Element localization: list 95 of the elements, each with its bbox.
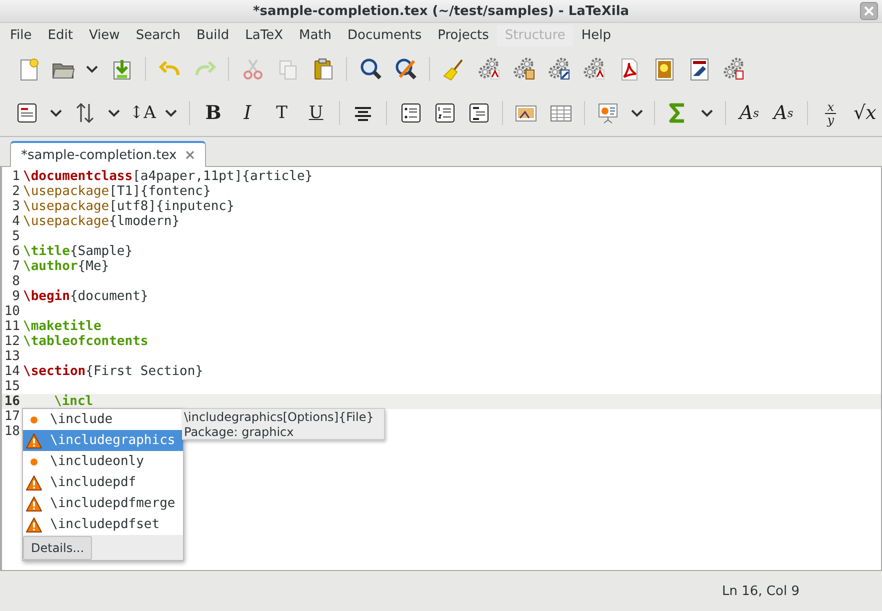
format-button[interactable]: I bbox=[230, 96, 265, 130]
format-button[interactable]: √x bbox=[848, 96, 882, 130]
code-token: \usepackage bbox=[23, 199, 110, 214]
caret-icon bbox=[50, 109, 62, 117]
bullet-list-icon bbox=[398, 101, 423, 125]
code-token: \documentclass bbox=[23, 169, 133, 184]
code-token: [utf8]{inputenc} bbox=[109, 199, 234, 214]
code-token: \usepackage bbox=[23, 184, 110, 199]
presentation-icon bbox=[596, 101, 620, 125]
line-number: 4 bbox=[11, 214, 21, 229]
code-token: \usepackage bbox=[23, 214, 110, 229]
code-token: {First Section} bbox=[86, 364, 204, 379]
format-button[interactable]: A$^{s}$ bbox=[732, 96, 766, 130]
menu-item[interactable]: File bbox=[2, 24, 40, 46]
completion-item[interactable]: \includepdfmerge bbox=[23, 493, 183, 514]
code-token: \author bbox=[23, 259, 78, 274]
line-number: 8 bbox=[11, 274, 21, 289]
close-icon[interactable] bbox=[184, 150, 195, 160]
format-button[interactable]: U bbox=[298, 96, 334, 130]
menu-item[interactable]: View bbox=[80, 24, 128, 46]
window-title: *sample-completion.tex (~/test/samples) - LaTeXila bbox=[252, 4, 630, 18]
details-button[interactable]: Details... bbox=[23, 536, 92, 560]
gear-document-icon bbox=[476, 56, 500, 80]
info-text: \includegraphics[Options]{File} bbox=[184, 410, 375, 425]
info-text: Package: graphicx bbox=[184, 425, 295, 440]
code-token: {lmodern} bbox=[109, 214, 180, 229]
code-token: \maketitle bbox=[23, 319, 102, 334]
code-token: \section bbox=[23, 364, 86, 379]
tab-label: *sample-completion.tex bbox=[21, 148, 177, 162]
line-number: 12 bbox=[3, 334, 21, 349]
warning-icon bbox=[26, 496, 42, 512]
menu-item[interactable]: Edit bbox=[40, 24, 81, 46]
caret-icon bbox=[86, 64, 98, 72]
menu-item[interactable]: Projects bbox=[430, 24, 497, 46]
fraction-button[interactable]: x y bbox=[814, 96, 848, 130]
menu-item[interactable]: Help bbox=[573, 24, 620, 46]
line-number: 16 bbox=[3, 394, 21, 409]
menu-item[interactable]: Math bbox=[290, 24, 340, 46]
caret-icon bbox=[630, 109, 643, 117]
line-number: 7 bbox=[11, 259, 21, 274]
line-number: 9 bbox=[11, 289, 21, 304]
line-number: 10 bbox=[3, 304, 21, 319]
close-button[interactable] bbox=[860, 2, 878, 20]
cursor-position: Ln 16, Col 9 bbox=[722, 584, 800, 598]
code-token: \incl bbox=[54, 394, 94, 409]
format-button[interactable]: B bbox=[196, 96, 230, 130]
line-number: 5 bbox=[11, 229, 21, 244]
broom-icon bbox=[442, 56, 466, 80]
line-number: 1 bbox=[11, 169, 21, 184]
line-number: 6 bbox=[11, 244, 21, 259]
gear-document-icon bbox=[582, 56, 606, 80]
completion-item[interactable]: \includepdf bbox=[23, 472, 183, 493]
warning-icon bbox=[26, 474, 42, 490]
caret-icon bbox=[165, 109, 178, 117]
warning-icon bbox=[26, 516, 42, 532]
search-icon bbox=[358, 56, 382, 80]
document-tab[interactable]: *sample-completion.tex bbox=[10, 141, 206, 167]
menu-item[interactable]: Build bbox=[188, 24, 238, 46]
menu-item[interactable]: Search bbox=[128, 24, 188, 46]
line-number: 15 bbox=[3, 379, 21, 394]
line-number: 17 bbox=[3, 409, 21, 424]
line-number: 3 bbox=[11, 199, 21, 214]
line-number: 11 bbox=[3, 319, 21, 334]
completion-item[interactable]: \includepdfset bbox=[23, 514, 183, 535]
completion-item[interactable]: \includeonly bbox=[23, 451, 183, 472]
code-token: {Me} bbox=[78, 259, 110, 274]
menu-item[interactable]: LaTeX bbox=[237, 24, 291, 46]
line-number: 13 bbox=[3, 349, 21, 364]
code-token: [T1]{fontenc} bbox=[109, 184, 211, 199]
caret-icon bbox=[701, 109, 714, 117]
scissors-icon bbox=[240, 56, 264, 80]
code-token: \begin bbox=[23, 289, 70, 304]
numbered-list-icon bbox=[432, 101, 457, 125]
search-pencil-icon bbox=[394, 56, 418, 80]
line-number: 2 bbox=[11, 184, 21, 199]
code-editor[interactable] bbox=[0, 167, 882, 571]
format-button[interactable]: ↕A bbox=[125, 96, 160, 130]
code-token: [a4paper,11pt]{article} bbox=[132, 169, 313, 184]
outline-list-icon bbox=[467, 101, 492, 125]
caret-icon bbox=[108, 109, 120, 117]
code-token: {document} bbox=[70, 289, 148, 304]
document-lines-icon bbox=[15, 101, 40, 125]
format-button[interactable]: T bbox=[264, 96, 299, 130]
line-number: 18 bbox=[3, 424, 21, 439]
line-number: 14 bbox=[3, 364, 21, 379]
gear-image-icon bbox=[512, 56, 536, 80]
gear-icon bbox=[722, 56, 746, 80]
code-token: {Sample} bbox=[70, 244, 133, 259]
code-token: \tableofcontents bbox=[23, 334, 148, 349]
warning-icon bbox=[26, 432, 42, 448]
gear-document-icon bbox=[546, 56, 570, 80]
menu-item[interactable]: Documents bbox=[340, 24, 430, 46]
completion-item[interactable]: \include bbox=[23, 409, 183, 430]
close-icon bbox=[864, 6, 874, 16]
code-token: \title bbox=[23, 244, 70, 259]
